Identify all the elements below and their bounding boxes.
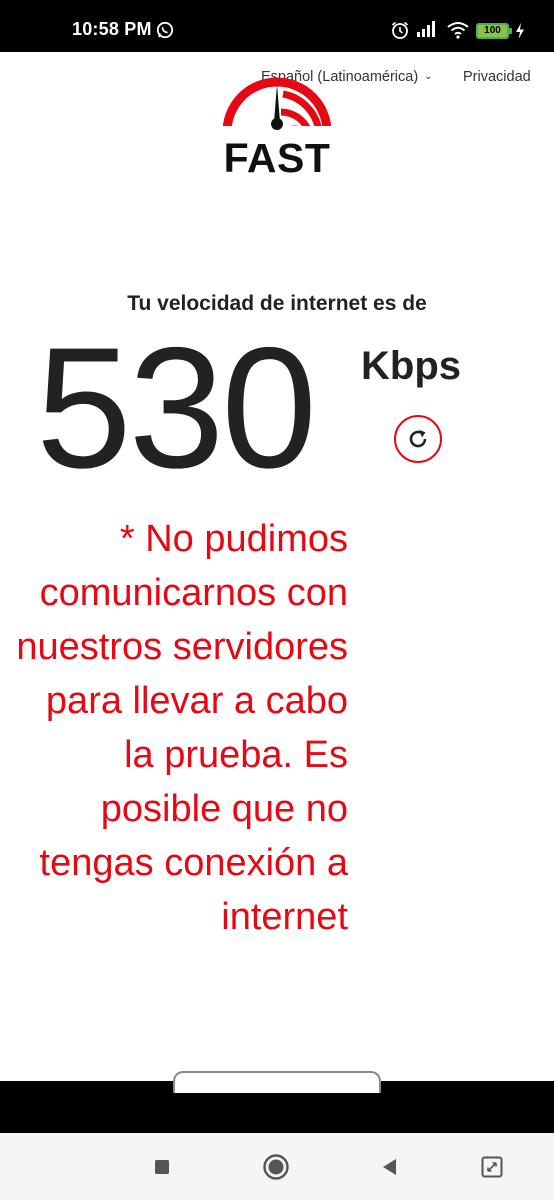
assist-button[interactable] — [478, 1153, 506, 1181]
alarm-icon — [390, 20, 410, 45]
home-icon — [263, 1154, 289, 1180]
refresh-icon — [409, 430, 427, 448]
fast-logo[interactable]: FAST — [219, 76, 335, 181]
battery-icon: 100 — [476, 23, 509, 39]
wifi-icon — [446, 21, 470, 44]
home-button[interactable] — [262, 1153, 290, 1181]
navigation-bar — [0, 1133, 554, 1200]
speed-unit: Kbps — [361, 344, 461, 388]
logo-text: FAST — [223, 135, 331, 181]
recent-apps-button[interactable] — [148, 1153, 176, 1181]
chevron-down-icon: ⌄ — [424, 71, 433, 82]
assist-icon — [481, 1156, 503, 1178]
privacy-link[interactable]: Privacidad — [463, 69, 531, 85]
back-icon — [383, 1159, 396, 1175]
recent-apps-icon — [155, 1160, 169, 1174]
more-info-button[interactable] — [173, 1071, 381, 1093]
battery-level: 100 — [484, 25, 501, 36]
back-button[interactable] — [376, 1153, 404, 1181]
error-message: * No pudimos comunicarnos con nuestros s… — [16, 518, 348, 938]
battery-cap — [509, 28, 512, 34]
status-bar: 10:58 PM 100 — [0, 0, 554, 52]
status-time: 10:58 PM — [72, 19, 152, 39]
refresh-button[interactable] — [394, 415, 442, 463]
speedometer-icon — [219, 77, 335, 138]
whatsapp-icon — [156, 21, 174, 44]
signal-icon — [416, 20, 438, 43]
speed-value: 530 — [36, 312, 317, 504]
charging-bolt-icon — [514, 22, 526, 45]
